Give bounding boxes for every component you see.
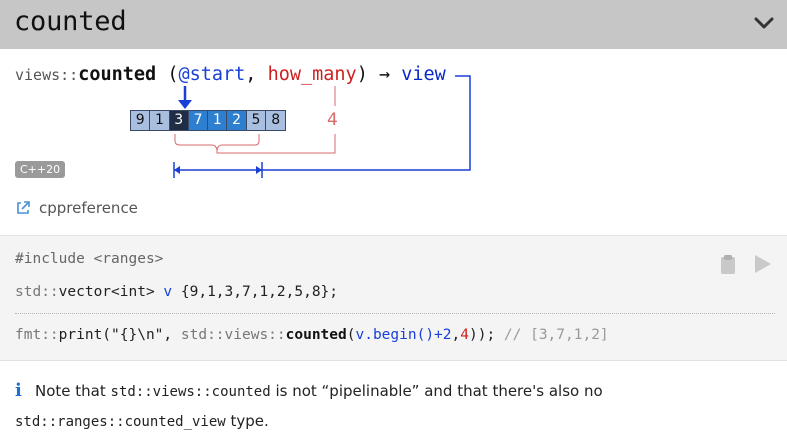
start-arrow-head [178, 100, 192, 109]
external-link-icon [17, 201, 30, 214]
note-text-3: type. [225, 412, 269, 430]
sequence-cell: 8 [266, 111, 286, 130]
sequence-cells: 91371258 [130, 110, 287, 131]
code-type: vector<int> [58, 284, 164, 300]
code-line-print: fmt::print("{}\n", std::views::counted(v… [15, 327, 609, 343]
standard-badge: C++20 [15, 161, 66, 178]
code-close: )); [468, 327, 504, 343]
cppreference-link-label: cppreference [39, 199, 138, 217]
view-range-start-arrow [174, 166, 180, 174]
info-icon: i [15, 380, 22, 401]
sequence-cell: 1 [208, 111, 228, 130]
code-var: v [163, 284, 173, 300]
code-arg-count: 4 [460, 327, 469, 343]
cppreference-link[interactable]: cppreference [15, 199, 138, 217]
sequence-cell: 7 [188, 111, 209, 130]
play-icon[interactable] [751, 253, 773, 275]
code-init: {9,1,3,7,1,2,5,8}; [172, 284, 339, 300]
code-ns: fmt:: [15, 327, 59, 343]
count-label: 4 [327, 110, 338, 130]
code-print-call: print("{}\n", [58, 327, 181, 343]
code-actions [717, 253, 773, 275]
sequence-cell: 3 [169, 111, 189, 130]
code-comment: // [3,7,1,2] [503, 327, 609, 343]
code-ns: std:: [15, 284, 59, 300]
diagram-connectors [173, 75, 471, 178]
note: i Note that std::views::counted is not “p… [15, 376, 775, 437]
note-code-1: std::views::counted [110, 384, 271, 400]
sequence-cell: 9 [131, 111, 151, 130]
view-connector [262, 75, 471, 171]
code-ns: std::views:: [180, 327, 286, 343]
counted-card: counted views::counted (@start, how_many… [0, 0, 787, 441]
note-text-1: Note that [35, 382, 111, 400]
code-block: #include <ranges> std::vector<int> v {9,… [0, 235, 787, 361]
clipboard-icon[interactable] [717, 253, 739, 275]
sequence-cell: 1 [150, 111, 170, 130]
code-line-vector: std::vector<int> v {9,1,3,7,1,2,5,8}; [15, 284, 338, 300]
sequence-cell: 5 [246, 111, 267, 130]
code-fn: counted [285, 327, 347, 343]
note-code-2: std::ranges::counted_view [15, 414, 226, 430]
note-text-2: is not “pipelinable” and that there's al… [270, 382, 603, 400]
count-brace-link [216, 134, 336, 154]
code-separator [15, 313, 775, 314]
code-line-include: #include <ranges> [15, 251, 164, 267]
code-comma: , [451, 327, 461, 343]
sequence-cell: 2 [227, 111, 247, 130]
code-arg-start: v.begin()+2 [355, 327, 452, 343]
view-range-end-arrow [256, 166, 262, 174]
count-brace [174, 134, 260, 151]
